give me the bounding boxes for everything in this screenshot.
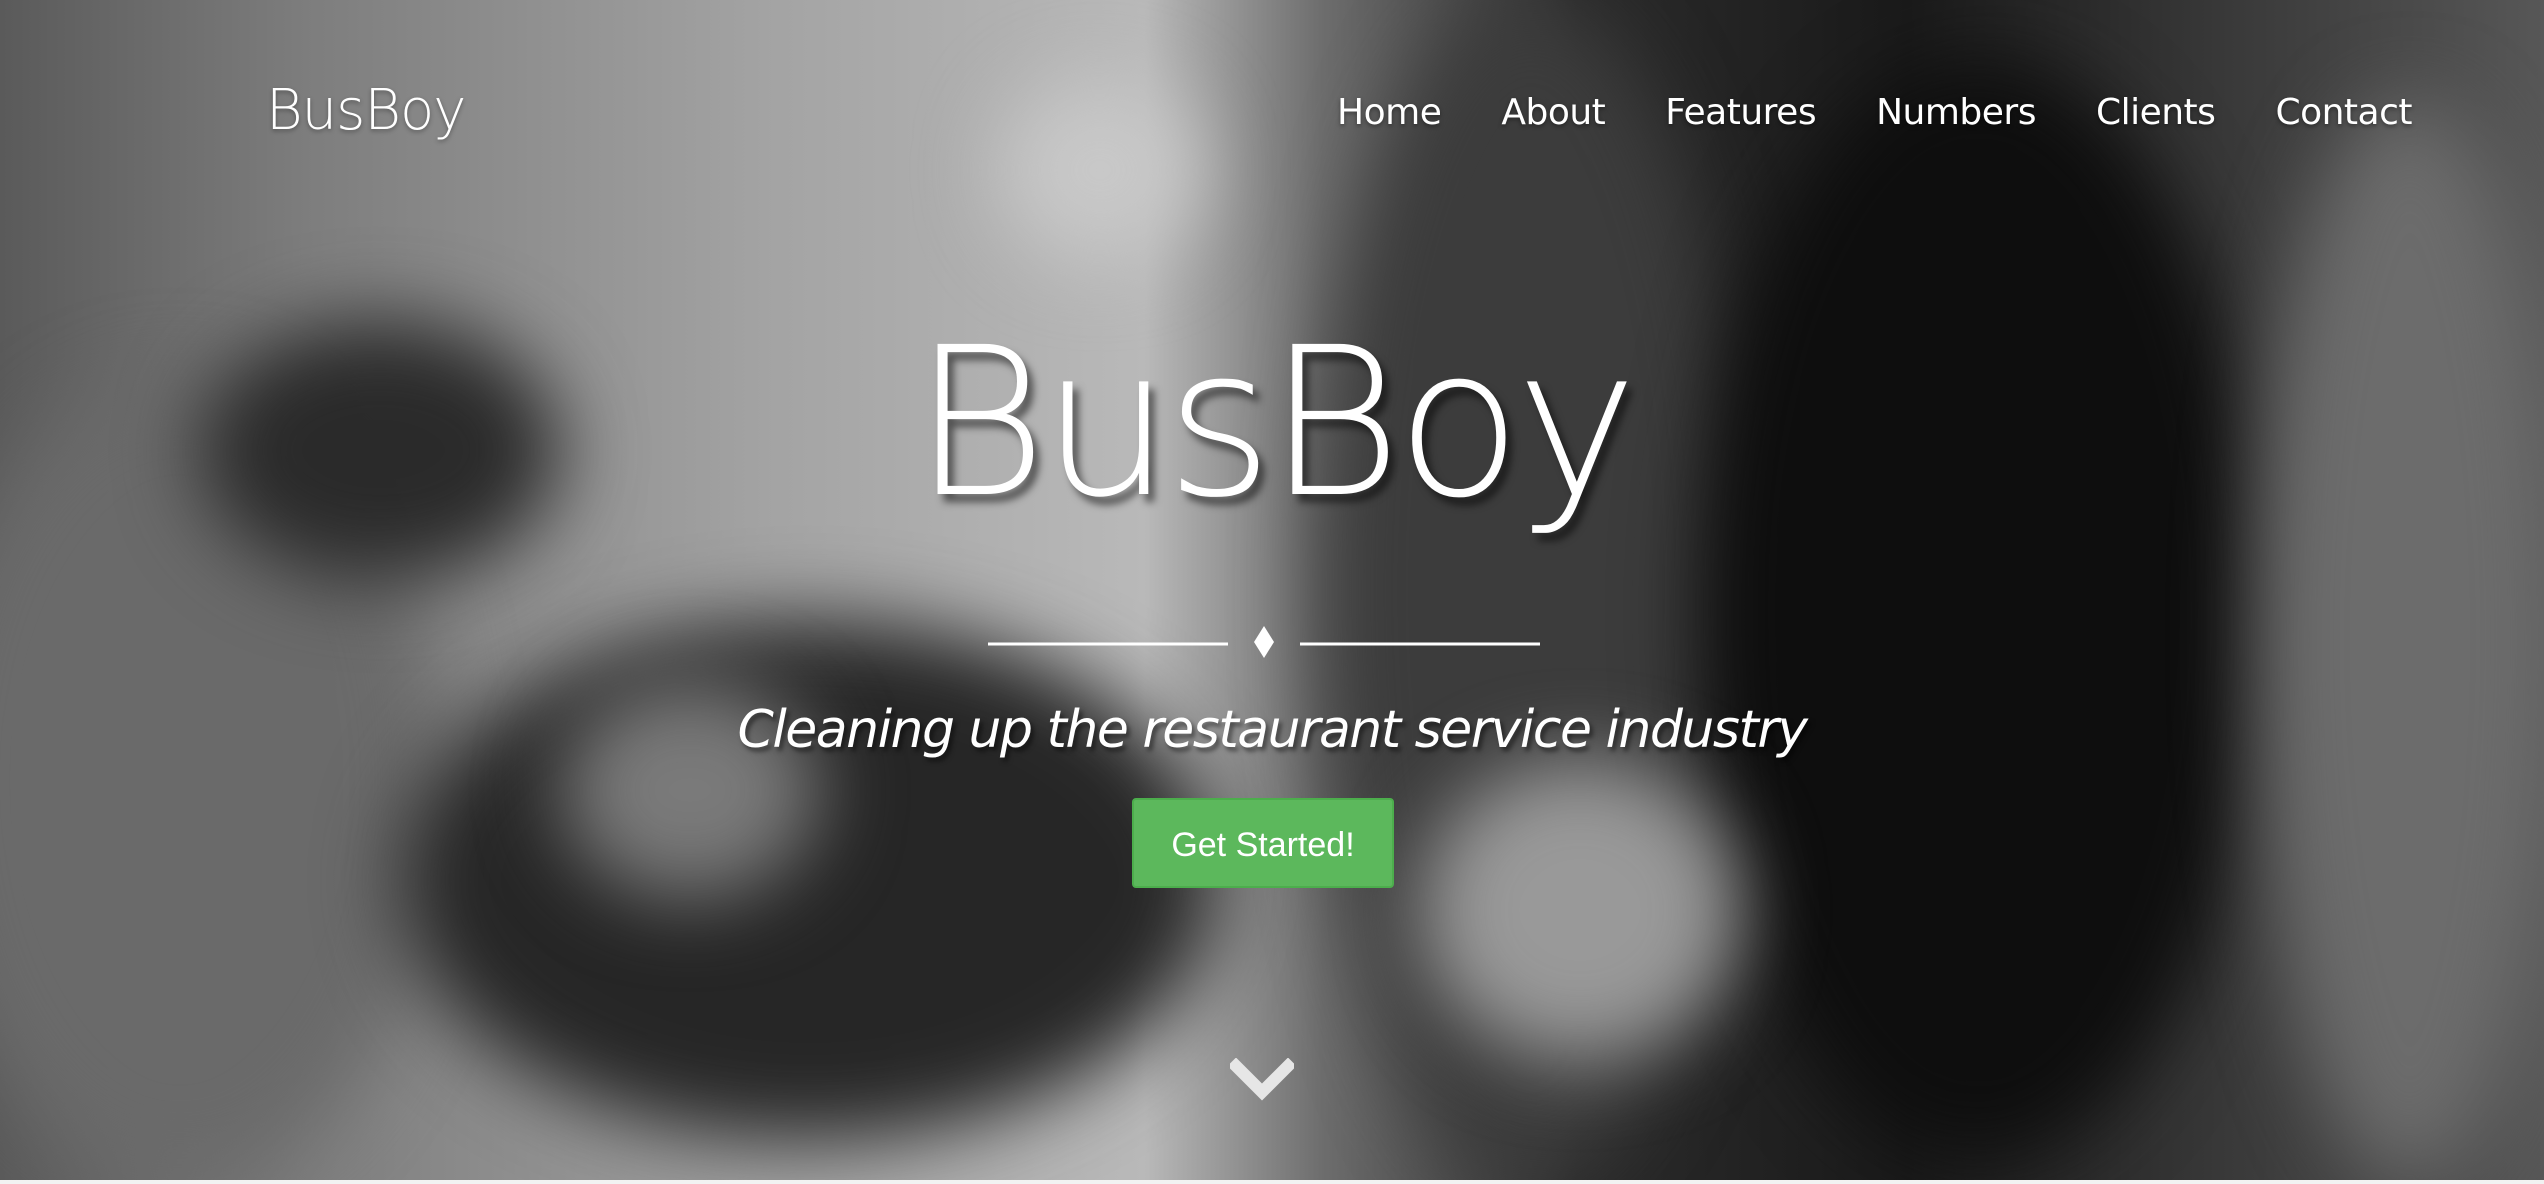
nav-item-contact[interactable]: Contact (2275, 92, 2412, 133)
chevron-down-icon[interactable] (1230, 1058, 1294, 1106)
hero-title: BusBoy (912, 303, 1638, 543)
get-started-button[interactable]: Get Started! (1132, 798, 1394, 888)
hero-background (0, 0, 2544, 1180)
navbar-brand[interactable]: BusBoy (266, 78, 466, 143)
nav-item-about[interactable]: About (1501, 92, 1605, 133)
divider-diamond-icon (1254, 626, 1274, 658)
page-bottom-edge (0, 1180, 2544, 1184)
hero-tagline: Cleaning up the restaurant service indus… (737, 700, 1808, 760)
nav-item-features[interactable]: Features (1665, 92, 1816, 133)
nav-item-numbers[interactable]: Numbers (1876, 92, 2036, 133)
nav-item-clients[interactable]: Clients (2096, 92, 2216, 133)
hero-divider (988, 626, 1540, 658)
nav-item-home[interactable]: Home (1337, 92, 1442, 133)
main-nav: Home About Features Numbers Clients Cont… (1337, 92, 2412, 133)
